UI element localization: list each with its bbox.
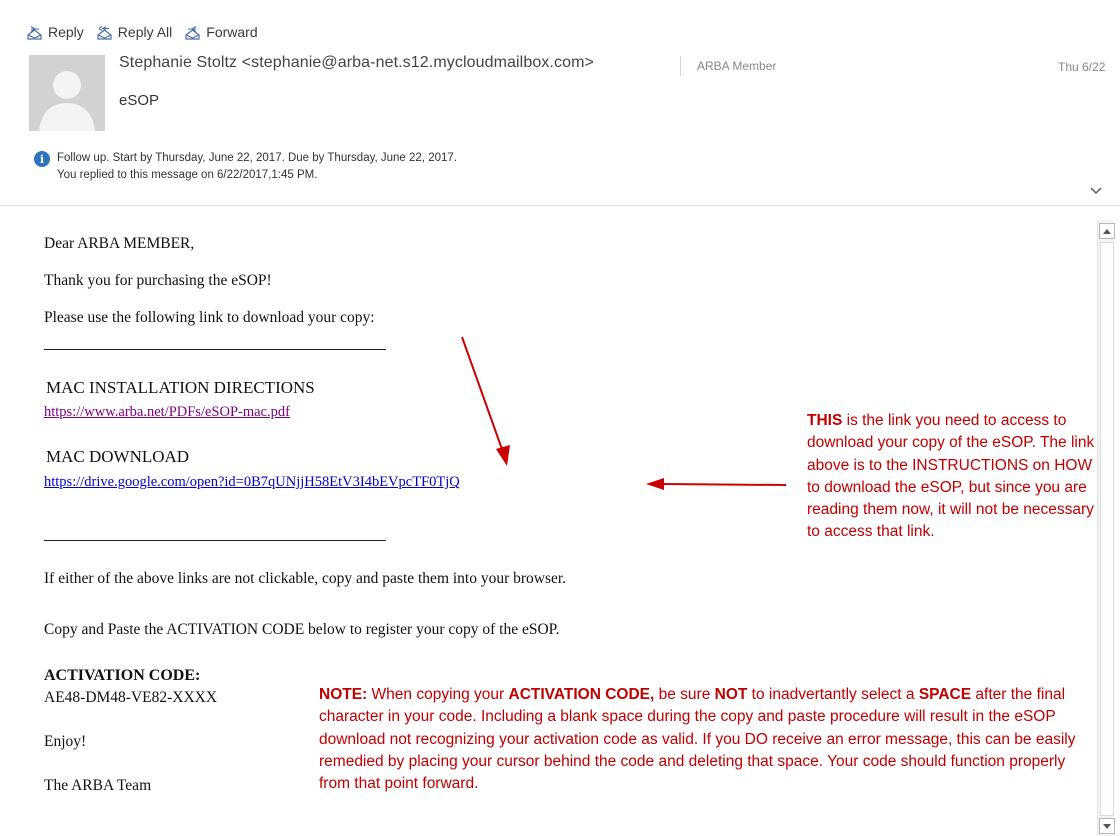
note-emphasis: SPACE [918,686,972,703]
note-label: NOTE: [319,686,368,703]
link-annotation: THIS is the link you need to access to d… [807,410,1107,544]
scroll-up-icon[interactable] [1099,223,1115,239]
activation-code-note: NOTE: When copying your ACTIVATION CODE,… [319,684,1089,795]
vertical-scrollbar[interactable] [1097,220,1115,836]
note-text: be sure [654,686,715,703]
arrow-left-to-link [646,478,787,490]
arrow-down-to-link [461,336,510,466]
annotation-emphasis: THIS [807,412,843,429]
note-text: When copying your [367,686,509,703]
scroll-down-icon[interactable] [1099,818,1115,834]
note-emphasis: ACTIVATION CODE, [508,686,655,703]
note-emphasis: NOT [714,686,748,703]
annotation-text: is the link you need to access to downlo… [807,412,1095,541]
note-text: to inadvertantly select a [747,686,919,703]
scrollbar-thumb[interactable] [1100,242,1114,816]
